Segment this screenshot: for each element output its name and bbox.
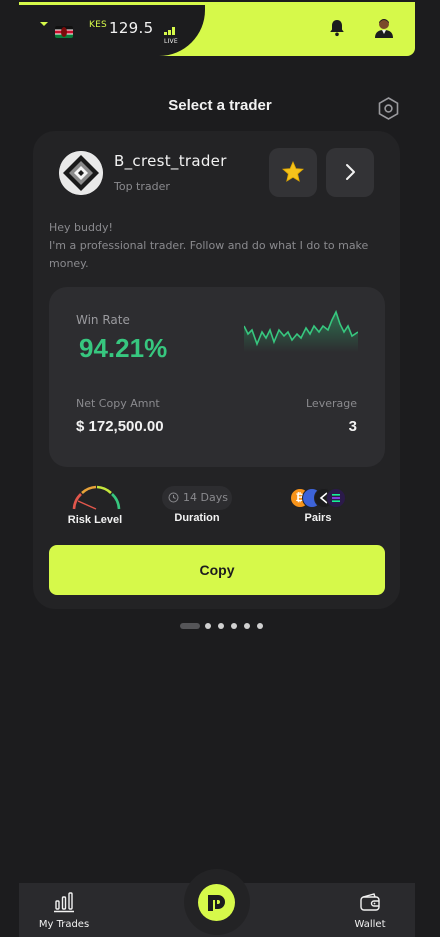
clock-icon — [168, 492, 179, 503]
net-copy-label: Net Copy Amnt — [76, 397, 160, 410]
leverage-value: 3 — [348, 418, 357, 435]
star-icon — [282, 161, 304, 182]
pager-dot[interactable] — [205, 623, 211, 629]
balance-amount: 129.5 — [109, 19, 154, 37]
risk-level-label: Risk Level — [67, 514, 123, 526]
app-screen: KES 129.5 LIVE Select a trader B_crest_t… — [0, 0, 440, 937]
risk-gauge-icon — [72, 485, 121, 510]
chevron-right-icon — [346, 164, 355, 180]
signal-icon — [164, 27, 178, 35]
duration-value: 14 Days — [183, 491, 228, 504]
live-indicator: LIVE — [164, 38, 178, 45]
carousel-pager — [180, 623, 270, 629]
bar-chart-icon — [54, 892, 74, 913]
profile-avatar-icon[interactable] — [372, 16, 396, 40]
win-rate-label: Win Rate — [76, 313, 130, 327]
page-title: Select a trader — [168, 97, 272, 114]
wallet-icon — [360, 893, 380, 911]
title-row: Select a trader — [0, 96, 440, 122]
favorite-button[interactable] — [269, 148, 317, 197]
trader-subtitle: Top trader — [114, 180, 170, 193]
trader-avatar — [59, 151, 103, 195]
solana-coin-icon — [326, 488, 346, 508]
win-rate-sparkline — [244, 309, 358, 352]
nav-wallet[interactable]: Wallet — [330, 889, 410, 933]
net-copy-value: $ 172,500.00 — [76, 418, 164, 435]
view-trader-button[interactable] — [326, 148, 374, 197]
settings-hexagon-icon[interactable] — [376, 96, 401, 121]
bell-icon[interactable] — [327, 18, 347, 38]
top-bar: KES 129.5 LIVE — [0, 0, 440, 62]
pager-dot[interactable] — [218, 623, 224, 629]
currency-code: KES — [89, 20, 107, 30]
bio-text: I'm a professional trader. Follow and do… — [49, 239, 369, 270]
nav-my-trades[interactable]: My Trades — [24, 889, 104, 933]
nav-my-trades-label: My Trades — [38, 919, 90, 930]
duration-chip: 14 Days — [162, 486, 232, 510]
pager-dot-active[interactable] — [180, 623, 200, 629]
copy-button[interactable]: Copy — [49, 545, 385, 595]
home-logo-button[interactable] — [198, 884, 235, 921]
duration-label: Duration — [174, 512, 220, 524]
app-logo-icon — [208, 895, 225, 911]
nav-wallet-label: Wallet — [354, 919, 386, 930]
chevron-down-icon[interactable] — [40, 22, 48, 26]
pager-dot[interactable] — [257, 623, 263, 629]
pairs-label: Pairs — [304, 512, 332, 524]
leverage-label: Leverage — [306, 397, 357, 410]
bio-greeting: Hey buddy! — [49, 221, 113, 234]
pager-dot[interactable] — [244, 623, 250, 629]
trader-name: B_crest_trader — [114, 152, 227, 170]
trader-bio: Hey buddy! I'm a professional trader. Fo… — [49, 219, 389, 273]
trader-logo-icon — [59, 151, 103, 195]
kenya-flag-icon — [55, 26, 73, 38]
pager-dot[interactable] — [231, 623, 237, 629]
win-rate-value: 94.21% — [79, 333, 168, 363]
